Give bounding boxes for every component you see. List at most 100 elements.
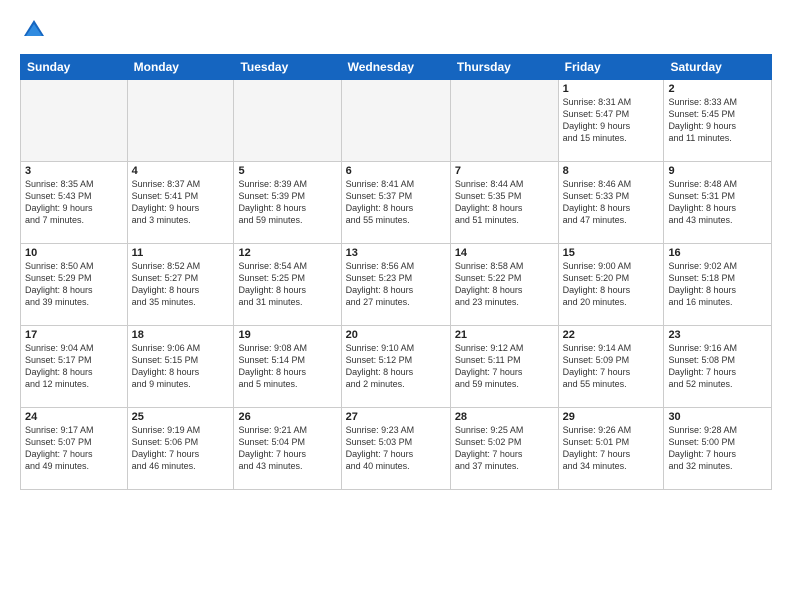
day-number: 9 bbox=[668, 165, 767, 177]
day-info: Sunrise: 8:48 AM Sunset: 5:31 PM Dayligh… bbox=[668, 178, 767, 227]
calendar-cell: 2Sunrise: 8:33 AM Sunset: 5:45 PM Daylig… bbox=[664, 80, 772, 162]
day-number: 30 bbox=[668, 411, 767, 423]
calendar-weekday-saturday: Saturday bbox=[664, 55, 772, 80]
calendar-header-row: SundayMondayTuesdayWednesdayThursdayFrid… bbox=[21, 55, 772, 80]
calendar-cell bbox=[450, 80, 558, 162]
day-number: 26 bbox=[238, 411, 336, 423]
calendar-weekday-monday: Monday bbox=[127, 55, 234, 80]
calendar-cell bbox=[127, 80, 234, 162]
calendar-cell: 30Sunrise: 9:28 AM Sunset: 5:00 PM Dayli… bbox=[664, 408, 772, 490]
day-info: Sunrise: 9:16 AM Sunset: 5:08 PM Dayligh… bbox=[668, 342, 767, 391]
day-number: 8 bbox=[563, 165, 660, 177]
day-number: 2 bbox=[668, 83, 767, 95]
day-info: Sunrise: 8:39 AM Sunset: 5:39 PM Dayligh… bbox=[238, 178, 336, 227]
day-number: 20 bbox=[346, 329, 446, 341]
calendar-week-row: 3Sunrise: 8:35 AM Sunset: 5:43 PM Daylig… bbox=[21, 162, 772, 244]
calendar-cell: 22Sunrise: 9:14 AM Sunset: 5:09 PM Dayli… bbox=[558, 326, 664, 408]
day-info: Sunrise: 9:21 AM Sunset: 5:04 PM Dayligh… bbox=[238, 424, 336, 473]
day-number: 18 bbox=[132, 329, 230, 341]
calendar-cell: 18Sunrise: 9:06 AM Sunset: 5:15 PM Dayli… bbox=[127, 326, 234, 408]
day-number: 1 bbox=[563, 83, 660, 95]
day-number: 11 bbox=[132, 247, 230, 259]
calendar-week-row: 24Sunrise: 9:17 AM Sunset: 5:07 PM Dayli… bbox=[21, 408, 772, 490]
day-info: Sunrise: 8:46 AM Sunset: 5:33 PM Dayligh… bbox=[563, 178, 660, 227]
calendar-cell: 7Sunrise: 8:44 AM Sunset: 5:35 PM Daylig… bbox=[450, 162, 558, 244]
day-number: 23 bbox=[668, 329, 767, 341]
day-info: Sunrise: 8:35 AM Sunset: 5:43 PM Dayligh… bbox=[25, 178, 123, 227]
day-info: Sunrise: 9:19 AM Sunset: 5:06 PM Dayligh… bbox=[132, 424, 230, 473]
calendar-cell: 24Sunrise: 9:17 AM Sunset: 5:07 PM Dayli… bbox=[21, 408, 128, 490]
day-number: 3 bbox=[25, 165, 123, 177]
day-number: 19 bbox=[238, 329, 336, 341]
calendar-cell bbox=[341, 80, 450, 162]
calendar-cell: 23Sunrise: 9:16 AM Sunset: 5:08 PM Dayli… bbox=[664, 326, 772, 408]
calendar-cell bbox=[234, 80, 341, 162]
calendar-cell: 25Sunrise: 9:19 AM Sunset: 5:06 PM Dayli… bbox=[127, 408, 234, 490]
calendar-weekday-sunday: Sunday bbox=[21, 55, 128, 80]
day-info: Sunrise: 9:26 AM Sunset: 5:01 PM Dayligh… bbox=[563, 424, 660, 473]
calendar-week-row: 10Sunrise: 8:50 AM Sunset: 5:29 PM Dayli… bbox=[21, 244, 772, 326]
day-info: Sunrise: 9:06 AM Sunset: 5:15 PM Dayligh… bbox=[132, 342, 230, 391]
day-info: Sunrise: 8:44 AM Sunset: 5:35 PM Dayligh… bbox=[455, 178, 554, 227]
day-info: Sunrise: 8:33 AM Sunset: 5:45 PM Dayligh… bbox=[668, 96, 767, 145]
day-info: Sunrise: 9:10 AM Sunset: 5:12 PM Dayligh… bbox=[346, 342, 446, 391]
day-info: Sunrise: 9:00 AM Sunset: 5:20 PM Dayligh… bbox=[563, 260, 660, 309]
day-number: 24 bbox=[25, 411, 123, 423]
day-number: 5 bbox=[238, 165, 336, 177]
day-info: Sunrise: 9:28 AM Sunset: 5:00 PM Dayligh… bbox=[668, 424, 767, 473]
calendar-cell: 19Sunrise: 9:08 AM Sunset: 5:14 PM Dayli… bbox=[234, 326, 341, 408]
logo-icon bbox=[20, 16, 48, 44]
calendar-weekday-friday: Friday bbox=[558, 55, 664, 80]
day-number: 22 bbox=[563, 329, 660, 341]
calendar-cell: 21Sunrise: 9:12 AM Sunset: 5:11 PM Dayli… bbox=[450, 326, 558, 408]
day-number: 10 bbox=[25, 247, 123, 259]
day-number: 15 bbox=[563, 247, 660, 259]
calendar-cell: 13Sunrise: 8:56 AM Sunset: 5:23 PM Dayli… bbox=[341, 244, 450, 326]
page: SundayMondayTuesdayWednesdayThursdayFrid… bbox=[0, 0, 792, 612]
day-info: Sunrise: 8:58 AM Sunset: 5:22 PM Dayligh… bbox=[455, 260, 554, 309]
day-number: 21 bbox=[455, 329, 554, 341]
calendar-cell: 28Sunrise: 9:25 AM Sunset: 5:02 PM Dayli… bbox=[450, 408, 558, 490]
calendar-cell: 20Sunrise: 9:10 AM Sunset: 5:12 PM Dayli… bbox=[341, 326, 450, 408]
calendar-cell: 29Sunrise: 9:26 AM Sunset: 5:01 PM Dayli… bbox=[558, 408, 664, 490]
day-number: 16 bbox=[668, 247, 767, 259]
day-info: Sunrise: 8:56 AM Sunset: 5:23 PM Dayligh… bbox=[346, 260, 446, 309]
calendar-cell: 10Sunrise: 8:50 AM Sunset: 5:29 PM Dayli… bbox=[21, 244, 128, 326]
header bbox=[20, 16, 772, 44]
calendar-cell: 12Sunrise: 8:54 AM Sunset: 5:25 PM Dayli… bbox=[234, 244, 341, 326]
day-info: Sunrise: 8:54 AM Sunset: 5:25 PM Dayligh… bbox=[238, 260, 336, 309]
day-number: 7 bbox=[455, 165, 554, 177]
day-number: 17 bbox=[25, 329, 123, 341]
calendar-cell: 6Sunrise: 8:41 AM Sunset: 5:37 PM Daylig… bbox=[341, 162, 450, 244]
day-number: 4 bbox=[132, 165, 230, 177]
day-info: Sunrise: 9:02 AM Sunset: 5:18 PM Dayligh… bbox=[668, 260, 767, 309]
day-info: Sunrise: 8:37 AM Sunset: 5:41 PM Dayligh… bbox=[132, 178, 230, 227]
calendar-cell: 9Sunrise: 8:48 AM Sunset: 5:31 PM Daylig… bbox=[664, 162, 772, 244]
day-info: Sunrise: 8:31 AM Sunset: 5:47 PM Dayligh… bbox=[563, 96, 660, 145]
calendar-cell: 11Sunrise: 8:52 AM Sunset: 5:27 PM Dayli… bbox=[127, 244, 234, 326]
calendar-table: SundayMondayTuesdayWednesdayThursdayFrid… bbox=[20, 54, 772, 490]
day-info: Sunrise: 9:25 AM Sunset: 5:02 PM Dayligh… bbox=[455, 424, 554, 473]
calendar-weekday-tuesday: Tuesday bbox=[234, 55, 341, 80]
day-number: 14 bbox=[455, 247, 554, 259]
day-info: Sunrise: 9:23 AM Sunset: 5:03 PM Dayligh… bbox=[346, 424, 446, 473]
calendar-cell: 27Sunrise: 9:23 AM Sunset: 5:03 PM Dayli… bbox=[341, 408, 450, 490]
day-number: 29 bbox=[563, 411, 660, 423]
day-number: 6 bbox=[346, 165, 446, 177]
day-info: Sunrise: 9:04 AM Sunset: 5:17 PM Dayligh… bbox=[25, 342, 123, 391]
calendar-cell: 15Sunrise: 9:00 AM Sunset: 5:20 PM Dayli… bbox=[558, 244, 664, 326]
day-info: Sunrise: 9:08 AM Sunset: 5:14 PM Dayligh… bbox=[238, 342, 336, 391]
day-number: 28 bbox=[455, 411, 554, 423]
calendar-cell: 8Sunrise: 8:46 AM Sunset: 5:33 PM Daylig… bbox=[558, 162, 664, 244]
day-info: Sunrise: 9:14 AM Sunset: 5:09 PM Dayligh… bbox=[563, 342, 660, 391]
day-info: Sunrise: 9:17 AM Sunset: 5:07 PM Dayligh… bbox=[25, 424, 123, 473]
calendar-weekday-wednesday: Wednesday bbox=[341, 55, 450, 80]
calendar-week-row: 17Sunrise: 9:04 AM Sunset: 5:17 PM Dayli… bbox=[21, 326, 772, 408]
day-number: 25 bbox=[132, 411, 230, 423]
day-number: 12 bbox=[238, 247, 336, 259]
day-info: Sunrise: 8:50 AM Sunset: 5:29 PM Dayligh… bbox=[25, 260, 123, 309]
calendar-cell: 16Sunrise: 9:02 AM Sunset: 5:18 PM Dayli… bbox=[664, 244, 772, 326]
calendar-cell: 1Sunrise: 8:31 AM Sunset: 5:47 PM Daylig… bbox=[558, 80, 664, 162]
day-info: Sunrise: 9:12 AM Sunset: 5:11 PM Dayligh… bbox=[455, 342, 554, 391]
calendar-cell: 4Sunrise: 8:37 AM Sunset: 5:41 PM Daylig… bbox=[127, 162, 234, 244]
